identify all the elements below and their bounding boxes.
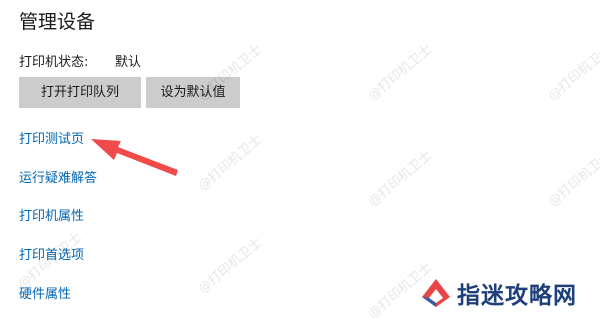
printer-status-value: 默认 [115, 55, 142, 70]
printer-status-row: 打印机状态: 默认 [19, 54, 141, 72]
annotation-arrow-icon [91, 139, 178, 176]
brand-logo-icon [422, 279, 450, 307]
print-test-page-link[interactable]: 打印测试页 [19, 131, 84, 149]
settings-panel: 管理设备 打印机状态: 默认 打开打印队列 设为默认值 打印测试页 运行疑难解答… [0, 0, 600, 318]
watermark-text: @打印机卫士 [365, 42, 435, 104]
page-title: 管理设备 [19, 11, 96, 33]
printer-status-label: 打印机状态: [19, 55, 89, 70]
run-troubleshooter-link[interactable]: 运行疑难解答 [19, 170, 97, 188]
printing-preferences-link[interactable]: 打印首选项 [19, 247, 84, 265]
hardware-properties-link[interactable]: 硬件属性 [19, 286, 71, 304]
watermark-text: @打印机卫士 [545, 42, 600, 104]
set-as-default-button[interactable]: 设为默认值 [146, 77, 240, 108]
watermark-text: @打印机卫士 [195, 235, 265, 297]
watermark-text: @打印机卫士 [545, 148, 600, 210]
open-print-queue-button[interactable]: 打开打印队列 [19, 77, 141, 108]
watermark-text: @打印机卫士 [365, 148, 435, 210]
printer-properties-link[interactable]: 打印机属性 [19, 208, 84, 226]
brand-logo-group: 指迷攻略网 [419, 276, 577, 310]
brand-name: 指迷攻略网 [457, 282, 577, 309]
watermark-text: @打印机卫士 [195, 132, 265, 194]
watermark-layer: @打印机卫士 @打印机卫士 @打印机卫士 @打印机卫士 @打印机卫士 @打印机卫… [0, 0, 600, 318]
